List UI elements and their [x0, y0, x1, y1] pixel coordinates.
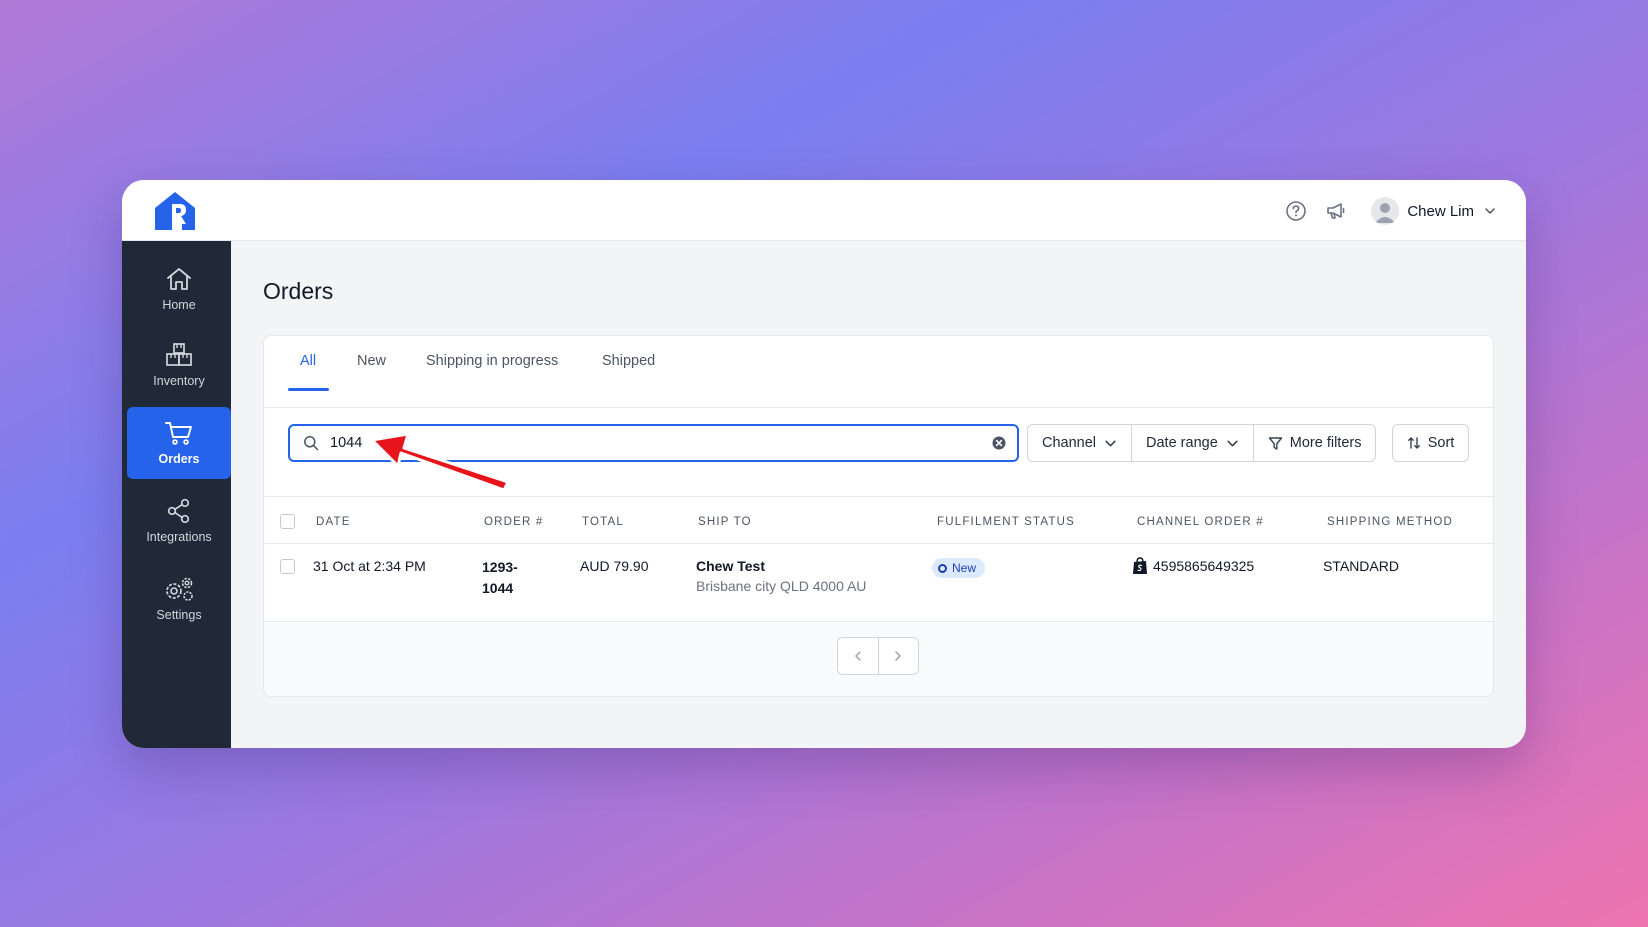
avatar [1371, 197, 1400, 225]
cart-icon [165, 422, 192, 445]
more-filters-label: More filters [1289, 435, 1362, 451]
sidebar-item-label: Settings [156, 608, 202, 622]
column-header-shipping-method[interactable]: SHIPPING METHOD [1327, 516, 1453, 528]
tab-shipping-in-progress[interactable]: Shipping in progress [426, 353, 558, 391]
order-date: 31 Oct at 2:34 PM [313, 558, 426, 574]
table-row[interactable]: 31 Oct at 2:34 PM 1293- 1044 AUD 79.90 C… [264, 544, 1493, 622]
column-header-total[interactable]: TOTAL [582, 516, 624, 528]
chevron-right-icon [895, 651, 902, 661]
tab-bar: All New Shipping in progress Shipped [264, 336, 1493, 408]
sidebar-item-home[interactable]: Home [127, 253, 231, 325]
user-name: Chew Lim [1407, 202, 1474, 220]
app-window: Chew Lim Home Inventory Orders Integrati… [122, 180, 1526, 748]
shopify-bag-icon [1133, 557, 1147, 574]
pagination [837, 637, 919, 675]
app-logo[interactable] [152, 190, 198, 232]
chevron-left-icon [855, 651, 861, 661]
column-header-channel-order[interactable]: CHANNEL ORDER # [1137, 516, 1264, 528]
chevron-down-icon [1485, 208, 1495, 214]
active-tab-indicator [288, 388, 329, 391]
tab-all[interactable]: All [300, 353, 316, 391]
sort-arrows-icon [1407, 437, 1420, 449]
date-range-filter-label: Date range [1146, 435, 1218, 451]
share-icon [167, 498, 190, 524]
sort-button[interactable]: Sort [1392, 424, 1469, 462]
table-footer [264, 622, 1493, 696]
top-bar: Chew Lim [122, 180, 1526, 241]
column-header-fulfilment-status[interactable]: FULFILMENT STATUS [937, 516, 1075, 528]
megaphone-icon[interactable] [1321, 196, 1351, 226]
column-header-ship-to[interactable]: SHIP TO [698, 516, 752, 528]
status-label: New [952, 561, 977, 575]
home-icon [167, 268, 191, 290]
sidebar-item-label: Integrations [146, 530, 212, 544]
order-number-line2[interactable]: 1044 [482, 580, 513, 596]
column-header-order[interactable]: ORDER # [484, 516, 544, 528]
tab-shipped[interactable]: Shipped [602, 353, 655, 391]
boxes-icon [166, 343, 192, 366]
sidebar-item-label: Inventory [153, 374, 205, 388]
filter-group: Channel Date range More filters [1027, 424, 1377, 462]
ship-to-name: Chew Test [696, 558, 765, 574]
row-checkbox[interactable] [280, 559, 295, 574]
sidebar-item-orders[interactable]: Orders [127, 407, 231, 479]
funnel-icon [1268, 436, 1282, 450]
order-number-line1[interactable]: 1293- [482, 559, 518, 575]
chevron-down-icon [1227, 440, 1238, 446]
search-icon [304, 436, 319, 451]
channel-filter-button[interactable]: Channel [1028, 425, 1131, 461]
sidebar-item-integrations[interactable]: Integrations [127, 485, 231, 557]
more-filters-button[interactable]: More filters [1252, 425, 1376, 461]
channel-filter-label: Channel [1042, 435, 1097, 451]
column-header-date[interactable]: DATE [316, 516, 351, 528]
clear-search-icon[interactable] [992, 436, 1006, 450]
page-title: Orders [263, 278, 334, 304]
next-page-button[interactable] [877, 638, 918, 674]
gears-icon [166, 577, 193, 601]
user-menu[interactable]: Chew Lim [1371, 197, 1496, 225]
shipping-method: STANDARD [1323, 558, 1399, 574]
sidebar: Home Inventory Orders Integrations Setti… [122, 241, 231, 748]
previous-page-button[interactable] [838, 638, 878, 674]
status-badge: New [932, 558, 986, 578]
sidebar-item-settings[interactable]: Settings [127, 563, 231, 635]
table-header: DATE ORDER # TOTAL SHIP TO FULFILMENT ST… [264, 496, 1493, 544]
sort-label: Sort [1427, 435, 1455, 451]
sidebar-item-label: Home [162, 298, 196, 312]
date-range-filter-button[interactable]: Date range [1131, 425, 1253, 461]
tab-new[interactable]: New [357, 353, 386, 391]
chevron-down-icon [1105, 440, 1116, 446]
help-icon[interactable] [1281, 196, 1311, 226]
status-dot-icon [938, 563, 947, 573]
ship-to-address: Brisbane city QLD 4000 AU [696, 578, 867, 594]
select-all-checkbox[interactable] [280, 514, 295, 529]
sidebar-item-label: Orders [158, 452, 200, 466]
orders-card: All New Shipping in progress Shipped Cha… [263, 335, 1494, 697]
channel-order-number: 4595865649325 [1153, 558, 1255, 574]
order-total: AUD 79.90 [580, 558, 649, 574]
sidebar-item-inventory[interactable]: Inventory [127, 329, 231, 401]
annotation-arrow [370, 432, 510, 492]
